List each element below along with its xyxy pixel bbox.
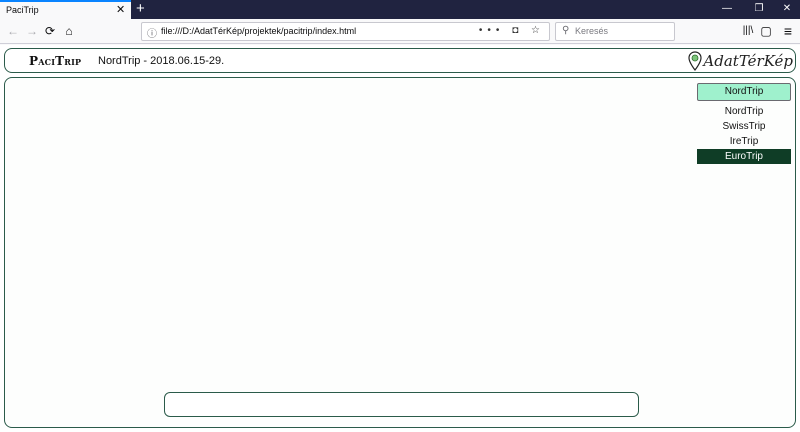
search-placeholder: Keresés — [575, 26, 609, 36]
trip-item-swisstrip[interactable]: SwissTrip — [697, 119, 791, 134]
map-pin-icon — [688, 51, 703, 71]
title-bar: PaciTrip ✕ + — ❐ ✕ — [0, 0, 800, 19]
trip-item-eurotrip[interactable]: EuroTrip — [697, 149, 791, 164]
search-bar[interactable]: ⚲ Keresés — [555, 22, 675, 41]
trip-selector: NordTrip NordTrip SwissTrip IreTrip Euro… — [697, 83, 791, 164]
navigation-bar: ← → ⟳ ⌂ ⓘ file:///D:/AdatTérKép/projekte… — [0, 19, 800, 44]
trip-list: NordTrip SwissTrip IreTrip EuroTrip — [697, 104, 791, 164]
info-icon[interactable]: ⓘ — [147, 25, 157, 40]
url-text[interactable]: file:///D:/AdatTérKép/projektek/pacitrip… — [161, 26, 356, 36]
new-tab-button[interactable]: + — [136, 0, 145, 18]
page-content: PaciTrip NordTrip - 2018.06.15-29. AdatT… — [0, 45, 800, 432]
forward-icon[interactable]: → — [24, 23, 40, 39]
close-tab-icon[interactable]: ✕ — [116, 4, 125, 16]
window-close-icon[interactable]: ✕ — [780, 2, 794, 16]
search-icon: ⚲ — [562, 25, 570, 36]
library-icon[interactable]: |||\ — [740, 23, 756, 39]
brand-logo: AdatTérKép — [688, 50, 793, 72]
trip-title: NordTrip - 2018.06.15-29. — [98, 55, 225, 67]
reload-icon[interactable]: ⟳ — [42, 23, 58, 39]
tab-title: PaciTrip — [6, 5, 39, 15]
restore-icon[interactable]: ❐ — [752, 2, 766, 16]
address-bar[interactable]: ⓘ file:///D:/AdatTérKép/projektek/pacitr… — [141, 22, 550, 41]
map-area[interactable]: NordTrip NordTrip SwissTrip IreTrip Euro… — [4, 77, 796, 428]
menu-icon[interactable]: ≡ — [780, 23, 796, 39]
trip-item-iretrip[interactable]: IreTrip — [697, 134, 791, 149]
trip-select-button[interactable]: NordTrip — [697, 83, 791, 101]
brand-text: AdatTérKép — [703, 52, 793, 70]
info-panel — [164, 392, 639, 417]
app-logo: PaciTrip — [29, 54, 82, 68]
app-header: PaciTrip NordTrip - 2018.06.15-29. AdatT… — [4, 48, 796, 73]
browser-tab[interactable]: PaciTrip ✕ — [0, 0, 131, 19]
back-icon[interactable]: ← — [5, 23, 21, 39]
trip-item-nordtrip[interactable]: NordTrip — [697, 104, 791, 119]
sidebar-icon[interactable]: ▢ — [758, 23, 774, 39]
page-actions-icons[interactable]: ••• ◘ ☆ — [479, 25, 545, 36]
home-icon[interactable]: ⌂ — [61, 23, 77, 39]
minimize-icon[interactable]: — — [720, 2, 734, 16]
